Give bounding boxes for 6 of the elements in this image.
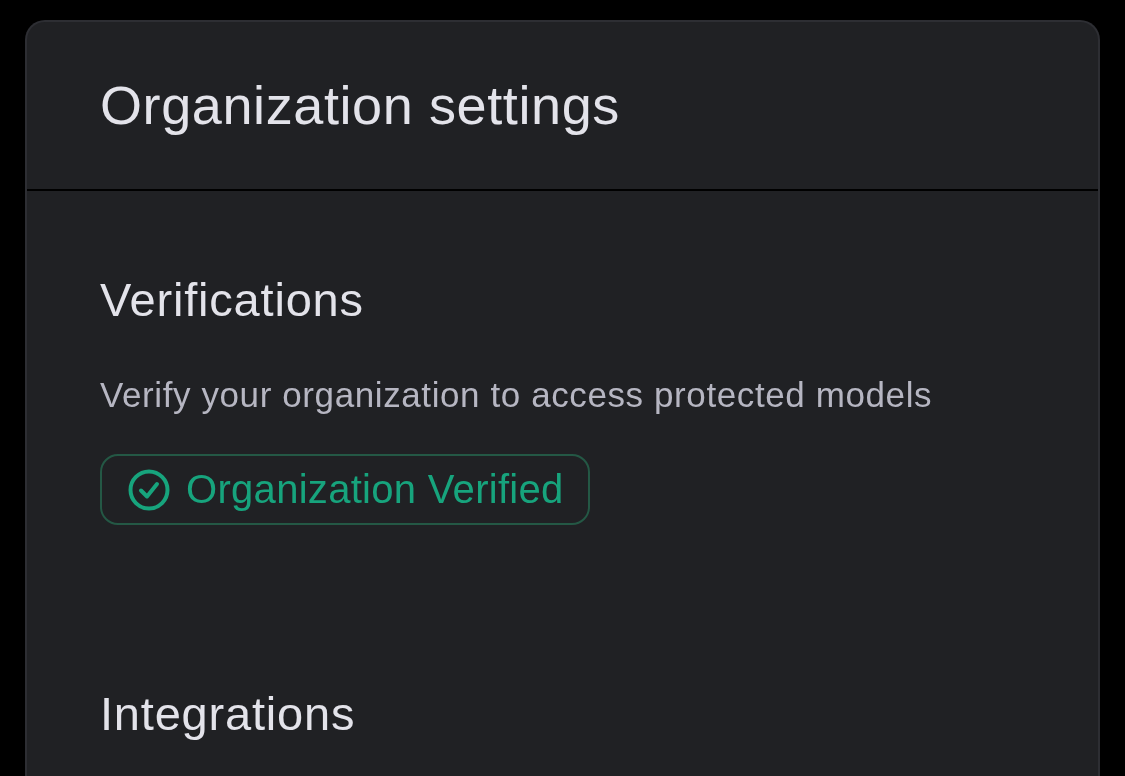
check-circle-icon (128, 468, 170, 511)
card-title: Organization settings (100, 73, 620, 137)
section-heading: Integrations (100, 689, 356, 739)
section-description: Verify your organization to access protected models (100, 374, 933, 416)
section-heading: Verifications (100, 275, 364, 325)
badge-label: Organization Verified (186, 467, 564, 512)
